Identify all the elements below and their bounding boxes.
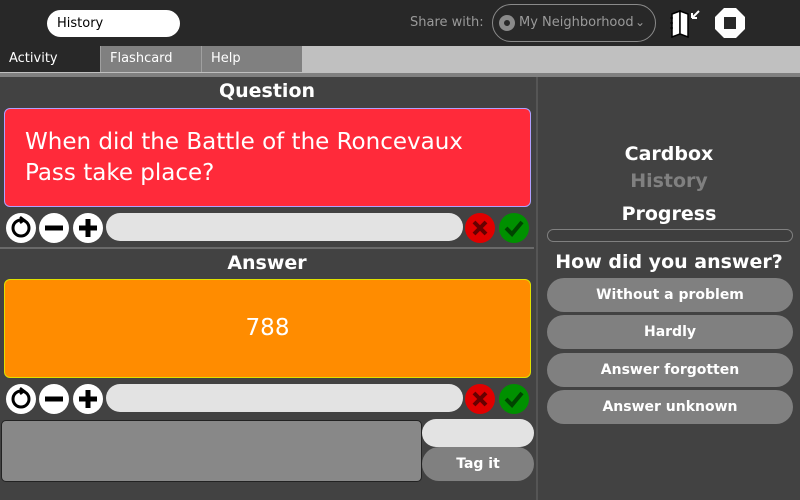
tab-activity[interactable]: Activity <box>0 46 100 72</box>
cardbox-label: Cardbox <box>624 143 714 165</box>
question-reset-button[interactable] <box>6 213 36 243</box>
share-label: Share with: <box>410 15 484 30</box>
answer-forgotten-button[interactable]: Answer forgotten <box>547 353 793 387</box>
answer-correct-button[interactable] <box>499 384 529 414</box>
wrong-icon <box>472 391 488 407</box>
hardly-button[interactable]: Hardly <box>547 315 793 349</box>
plus-icon <box>79 219 97 237</box>
progress-label: Progress <box>621 203 717 225</box>
section-separator <box>0 247 534 249</box>
chevron-down-icon: ⌄ <box>634 15 645 29</box>
minus-icon <box>45 225 63 231</box>
journal-icon[interactable] <box>668 8 704 39</box>
cardbox-name: History <box>630 170 708 192</box>
panel-divider <box>536 77 538 500</box>
without-a-problem-button[interactable]: Without a problem <box>547 278 793 312</box>
stop-icon[interactable] <box>714 7 746 39</box>
question-heading: Question <box>218 80 316 102</box>
activity-title-input[interactable]: History <box>47 10 180 37</box>
answer-plus-button[interactable] <box>73 384 103 414</box>
correct-icon <box>504 220 524 237</box>
reset-icon <box>11 387 31 409</box>
question-wrong-button[interactable] <box>465 213 495 243</box>
tab-separator <box>0 73 800 77</box>
answer-wrong-button[interactable] <box>465 384 495 414</box>
reset-icon <box>11 216 31 238</box>
question-minus-button[interactable] <box>39 213 69 243</box>
progress-bar <box>547 229 793 242</box>
tag-input[interactable] <box>422 419 534 447</box>
answer-heading: Answer <box>227 252 307 274</box>
tab-help[interactable]: Help <box>201 46 302 72</box>
answer-prompt: How did you answer? <box>555 251 783 273</box>
tag-it-button[interactable]: Tag it <box>422 447 534 481</box>
answer-minus-button[interactable] <box>39 384 69 414</box>
neighborhood-icon <box>499 15 515 31</box>
tab-flashcard[interactable]: Flashcard <box>100 46 201 72</box>
question-plus-button[interactable] <box>73 213 103 243</box>
answer-reset-button[interactable] <box>6 384 36 414</box>
answer-unknown-button[interactable]: Answer unknown <box>547 390 793 424</box>
share-value: My Neighborhood <box>519 15 634 30</box>
tab-bar: Activity Flashcard Help <box>0 46 800 73</box>
minus-icon <box>45 396 63 402</box>
plus-icon <box>79 390 97 408</box>
question-correct-button[interactable] <box>499 213 529 243</box>
question-card: When did the Battle of the Roncevaux Pas… <box>4 108 531 207</box>
wrong-icon <box>472 220 488 236</box>
share-combo[interactable]: My Neighborhood ⌄ <box>492 4 656 42</box>
question-edit-input[interactable] <box>106 213 463 241</box>
tags-text-area[interactable] <box>1 420 422 482</box>
answer-edit-input[interactable] <box>106 384 463 412</box>
answer-card: 788 <box>4 279 531 378</box>
activity-toolbar: History Share with: My Neighborhood ⌄ <box>0 0 800 46</box>
correct-icon <box>504 391 524 408</box>
